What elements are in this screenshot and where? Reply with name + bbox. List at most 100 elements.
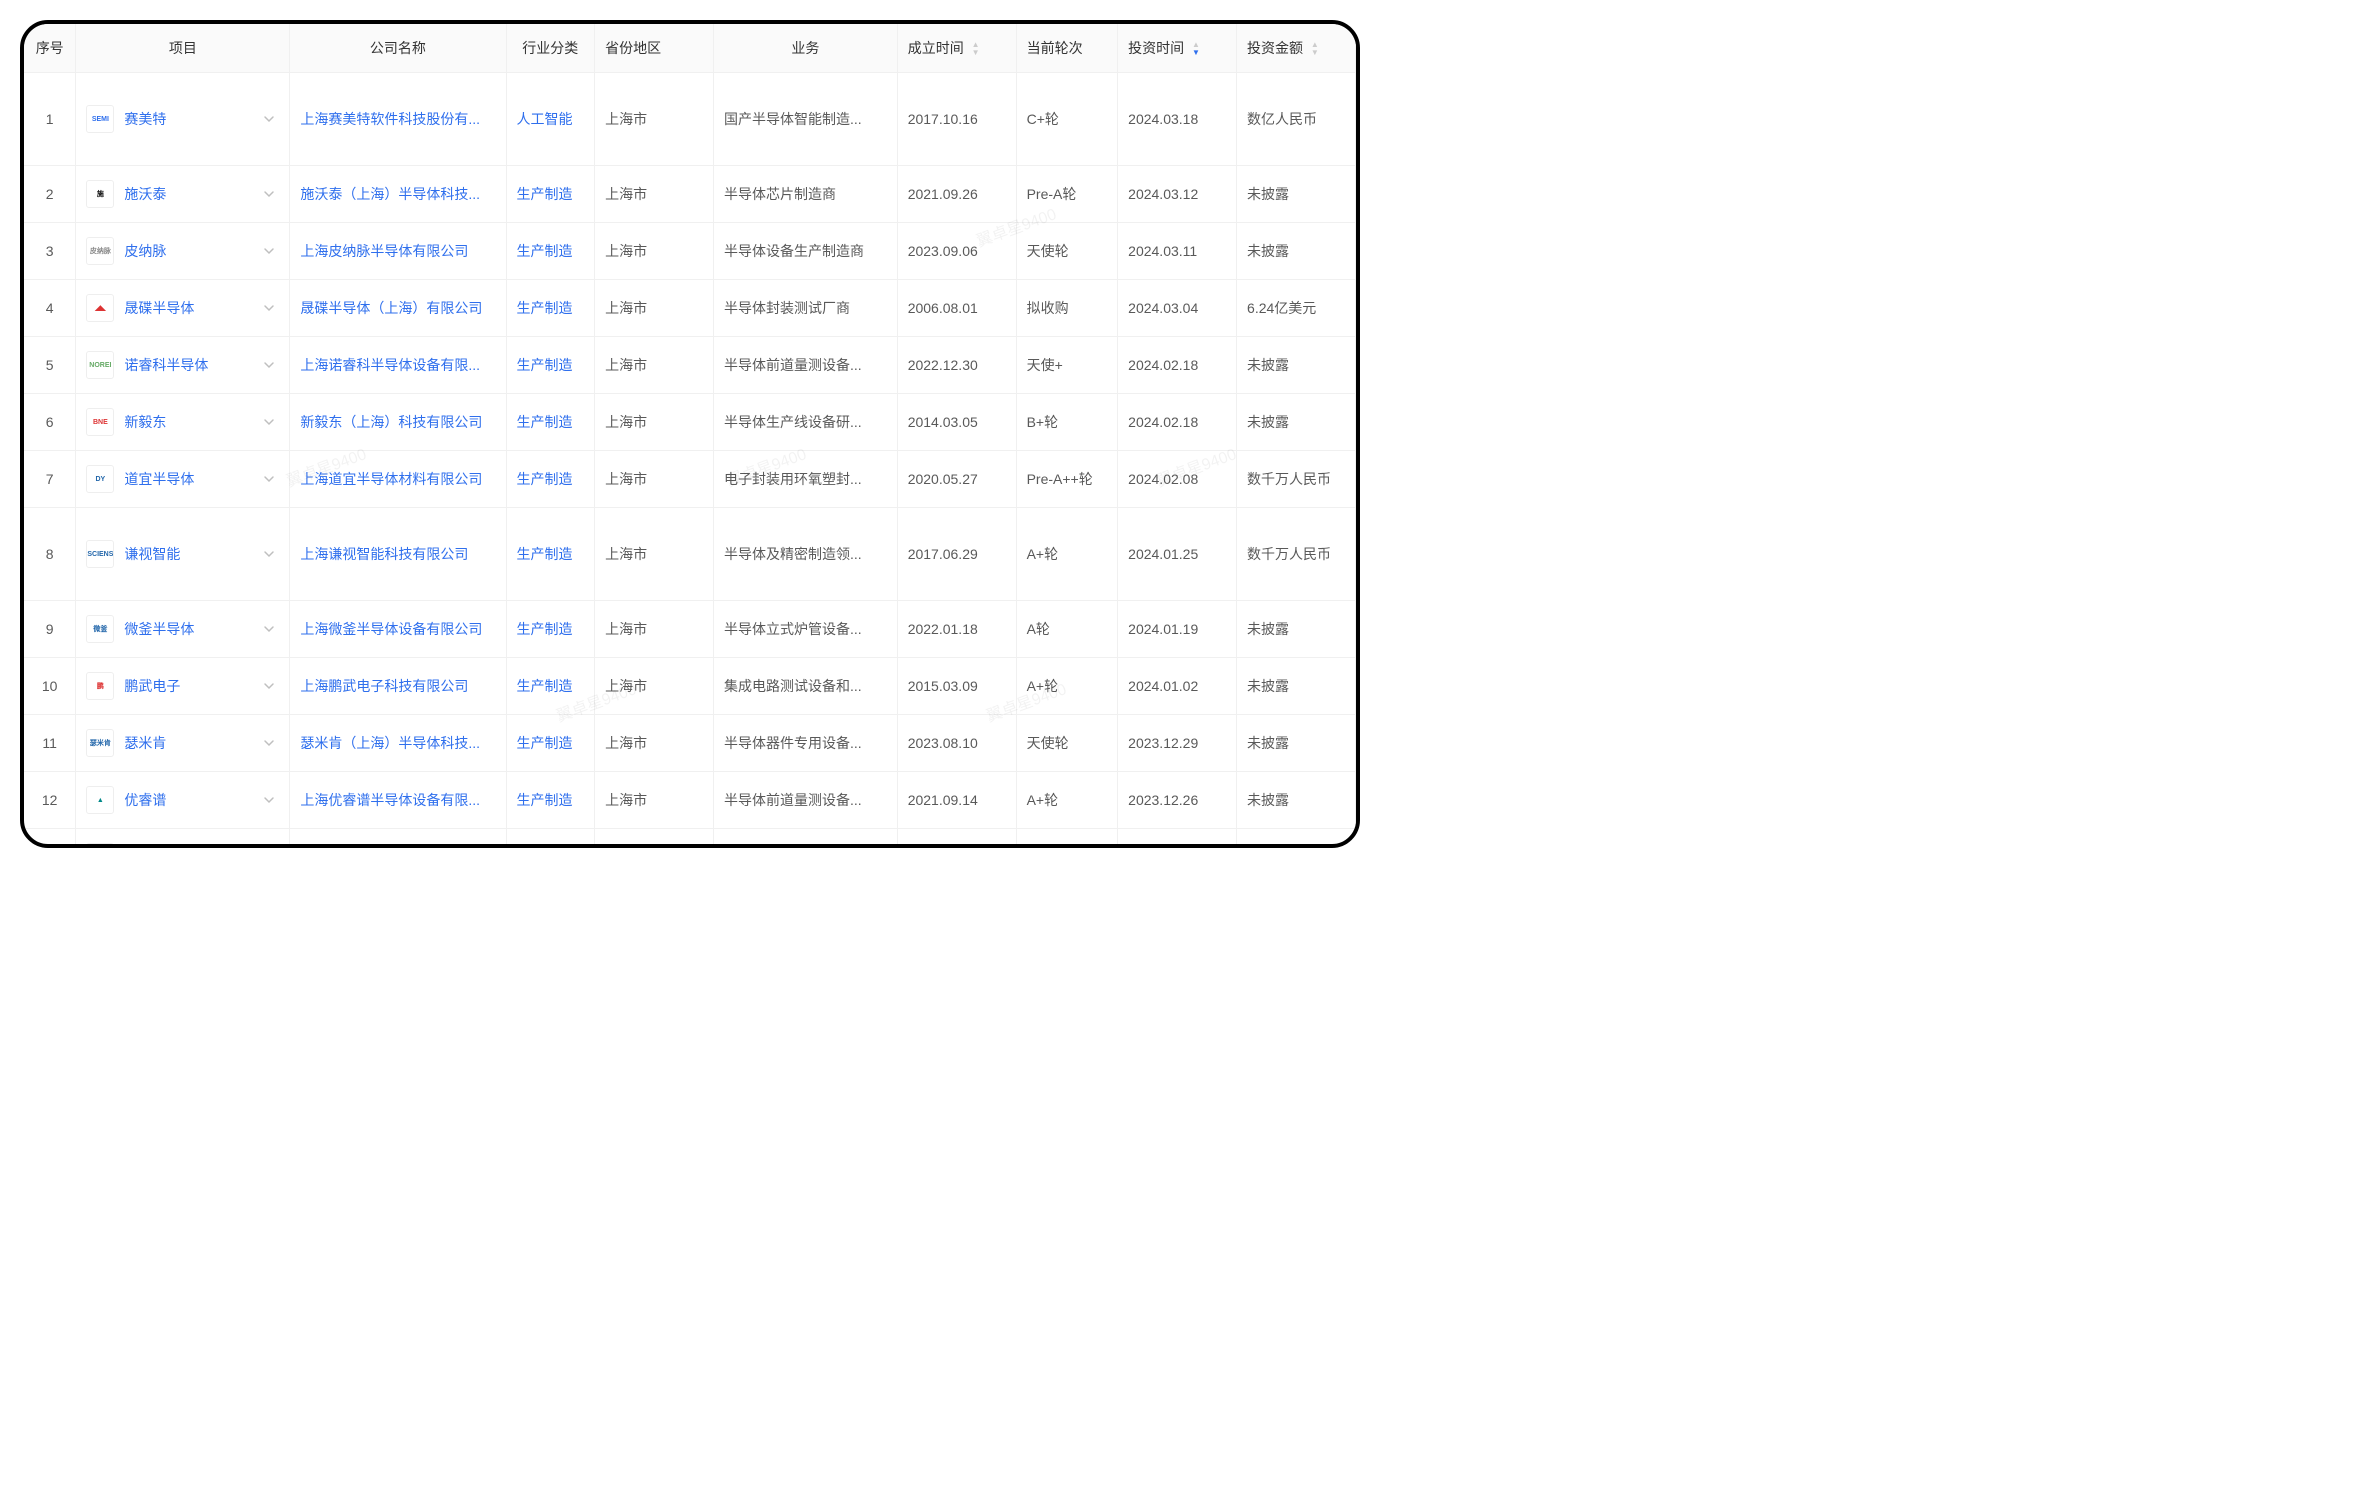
industry-link[interactable]: 生产制造 [506, 280, 595, 337]
project-link[interactable]: 诺睿科半导体 [124, 355, 208, 375]
project-link[interactable]: 道宜半导体 [124, 469, 194, 489]
col-header-invest-time[interactable]: 投资时间 ▲▼ [1118, 24, 1237, 73]
chevron-down-icon[interactable] [263, 113, 275, 125]
industry-link[interactable]: 生产制造 [506, 394, 595, 451]
cell-project[interactable]: 瑟米肯瑟米肯 [76, 715, 290, 772]
project-link[interactable]: 新毅东 [124, 412, 166, 432]
col-header-company[interactable]: 公司名称 [290, 24, 506, 73]
table-row[interactable]: 11瑟米肯瑟米肯瑟米肯（上海）半导体科技...生产制造上海市半导体器件专用设备.… [24, 715, 1356, 772]
cell-province: 上海市 [595, 166, 714, 223]
company-link[interactable]: 上海泛腾半导体技术有限公司 [290, 829, 506, 845]
cell-project[interactable]: 施施沃泰 [76, 166, 290, 223]
project-link[interactable]: 晟碟半导体 [124, 298, 194, 318]
company-link[interactable]: 上海赛美特软件科技股份有... [290, 73, 506, 166]
table-row[interactable]: 8SCIENS谦视智能上海谦视智能科技有限公司生产制造上海市半导体及精密制造领.… [24, 508, 1356, 601]
industry-link[interactable]: 生产制造 [506, 601, 595, 658]
table-row[interactable]: 13Fival泛腾半导体上海泛腾半导体技术有限公司生产制造上海市半导体器件专用设… [24, 829, 1356, 845]
cell-project[interactable]: SCIENS谦视智能 [76, 508, 290, 601]
project-link[interactable]: 施沃泰 [124, 184, 166, 204]
table-row[interactable]: 9微釜微釜半导体上海微釜半导体设备有限公司生产制造上海市半导体立式炉管设备...… [24, 601, 1356, 658]
chevron-down-icon[interactable] [263, 416, 275, 428]
cell-project[interactable]: 微釜微釜半导体 [76, 601, 290, 658]
col-header-round[interactable]: 当前轮次 [1016, 24, 1118, 73]
project-link[interactable]: 皮纳脉 [124, 241, 166, 261]
company-link[interactable]: 上海谦视智能科技有限公司 [290, 508, 506, 601]
cell-project[interactable]: ◢◣晟碟半导体 [76, 280, 290, 337]
company-link[interactable]: 上海诺睿科半导体设备有限... [290, 337, 506, 394]
cell-num: 13 [24, 829, 76, 845]
industry-link[interactable]: 生产制造 [506, 658, 595, 715]
table-row[interactable]: 12▲优睿谱上海优睿谱半导体设备有限...生产制造上海市半导体前道量测设备...… [24, 772, 1356, 829]
table-row[interactable]: 10鹏鹏武电子上海鹏武电子科技有限公司生产制造上海市集成电路测试设备和...20… [24, 658, 1356, 715]
cell-invest-time: 2024.03.12 [1118, 166, 1237, 223]
company-link[interactable]: 新毅东（上海）科技有限公司 [290, 394, 506, 451]
company-logo-icon: ▲ [86, 786, 114, 814]
col-header-amount[interactable]: 投资金额 ▲▼ [1237, 24, 1356, 73]
chevron-down-icon[interactable] [263, 188, 275, 200]
industry-link[interactable]: 生产制造 [506, 715, 595, 772]
cell-project[interactable]: Fival泛腾半导体 [76, 829, 290, 845]
cell-project[interactable]: 鹏鹏武电子 [76, 658, 290, 715]
table-row[interactable]: 2施施沃泰施沃泰（上海）半导体科技...生产制造上海市半导体芯片制造商2021.… [24, 166, 1356, 223]
col-header-province[interactable]: 省份地区 [595, 24, 714, 73]
industry-link[interactable]: 人工智能 [506, 73, 595, 166]
table-row[interactable]: 5NOREI诺睿科半导体上海诺睿科半导体设备有限...生产制造上海市半导体前道量… [24, 337, 1356, 394]
chevron-down-icon[interactable] [263, 623, 275, 635]
company-logo-icon: 皮纳脉 [86, 237, 114, 265]
project-link[interactable]: 谦视智能 [124, 544, 180, 564]
table-row[interactable]: 6BNE新毅东新毅东（上海）科技有限公司生产制造上海市半导体生产线设备研...2… [24, 394, 1356, 451]
table-row[interactable]: 3皮纳脉皮纳脉上海皮纳脉半导体有限公司生产制造上海市半导体设备生产制造商2023… [24, 223, 1356, 280]
cell-amount: 数亿人民币 [1237, 73, 1356, 166]
company-link[interactable]: 上海皮纳脉半导体有限公司 [290, 223, 506, 280]
chevron-down-icon[interactable] [263, 737, 275, 749]
cell-invest-time: 2024.01.25 [1118, 508, 1237, 601]
col-header-business[interactable]: 业务 [713, 24, 897, 73]
industry-link[interactable]: 生产制造 [506, 772, 595, 829]
cell-num: 6 [24, 394, 76, 451]
company-link[interactable]: 上海微釜半导体设备有限公司 [290, 601, 506, 658]
industry-link[interactable]: 生产制造 [506, 451, 595, 508]
cell-project[interactable]: BNE新毅东 [76, 394, 290, 451]
project-link[interactable]: 鹏武电子 [124, 676, 180, 696]
industry-link[interactable]: 生产制造 [506, 508, 595, 601]
chevron-down-icon[interactable] [263, 548, 275, 560]
industry-link[interactable]: 生产制造 [506, 829, 595, 845]
project-link[interactable]: 优睿谱 [124, 790, 166, 810]
company-link[interactable]: 上海道宜半导体材料有限公司 [290, 451, 506, 508]
cell-project[interactable]: ▲ 优睿谱 [76, 772, 290, 829]
project-link[interactable]: 微釜半导体 [124, 619, 194, 639]
project-link[interactable]: 瑟米肯 [124, 733, 166, 753]
cell-province: 上海市 [595, 280, 714, 337]
col-header-industry[interactable]: 行业分类 [506, 24, 595, 73]
col-header-project[interactable]: 项目 [76, 24, 290, 73]
cell-project[interactable]: 皮纳脉皮纳脉 [76, 223, 290, 280]
industry-link[interactable]: 生产制造 [506, 223, 595, 280]
company-link[interactable]: 上海优睿谱半导体设备有限... [290, 772, 506, 829]
company-link[interactable]: 晟碟半导体（上海）有限公司 [290, 280, 506, 337]
chevron-down-icon[interactable] [263, 794, 275, 806]
chevron-down-icon[interactable] [263, 680, 275, 692]
chevron-down-icon[interactable] [263, 302, 275, 314]
company-link[interactable]: 瑟米肯（上海）半导体科技... [290, 715, 506, 772]
chevron-down-icon[interactable] [263, 359, 275, 371]
cell-amount: 数千万人民币 [1237, 451, 1356, 508]
industry-link[interactable]: 生产制造 [506, 337, 595, 394]
cell-project[interactable]: SEMI赛美特 [76, 73, 290, 166]
table-row[interactable]: 4◢◣晟碟半导体晟碟半导体（上海）有限公司生产制造上海市半导体封装测试厂商200… [24, 280, 1356, 337]
table-row[interactable]: 1SEMI赛美特上海赛美特软件科技股份有...人工智能上海市国产半导体智能制造.… [24, 73, 1356, 166]
project-link[interactable]: 赛美特 [124, 109, 166, 129]
col-header-num[interactable]: 序号 [24, 24, 76, 73]
company-logo-icon: 瑟米肯 [86, 729, 114, 757]
cell-project[interactable]: NOREI诺睿科半导体 [76, 337, 290, 394]
chevron-down-icon[interactable] [263, 473, 275, 485]
table-row[interactable]: 7DY道宜半导体上海道宜半导体材料有限公司生产制造上海市电子封装用环氧塑封...… [24, 451, 1356, 508]
industry-link[interactable]: 生产制造 [506, 166, 595, 223]
company-link[interactable]: 施沃泰（上海）半导体科技... [290, 166, 506, 223]
cell-num: 4 [24, 280, 76, 337]
company-logo-icon: 鹏 [86, 672, 114, 700]
cell-project[interactable]: DY道宜半导体 [76, 451, 290, 508]
chevron-down-icon[interactable] [263, 245, 275, 257]
cell-business: 国产半导体智能制造... [713, 73, 897, 166]
company-link[interactable]: 上海鹏武电子科技有限公司 [290, 658, 506, 715]
col-header-established[interactable]: 成立时间 ▲▼ [897, 24, 1016, 73]
